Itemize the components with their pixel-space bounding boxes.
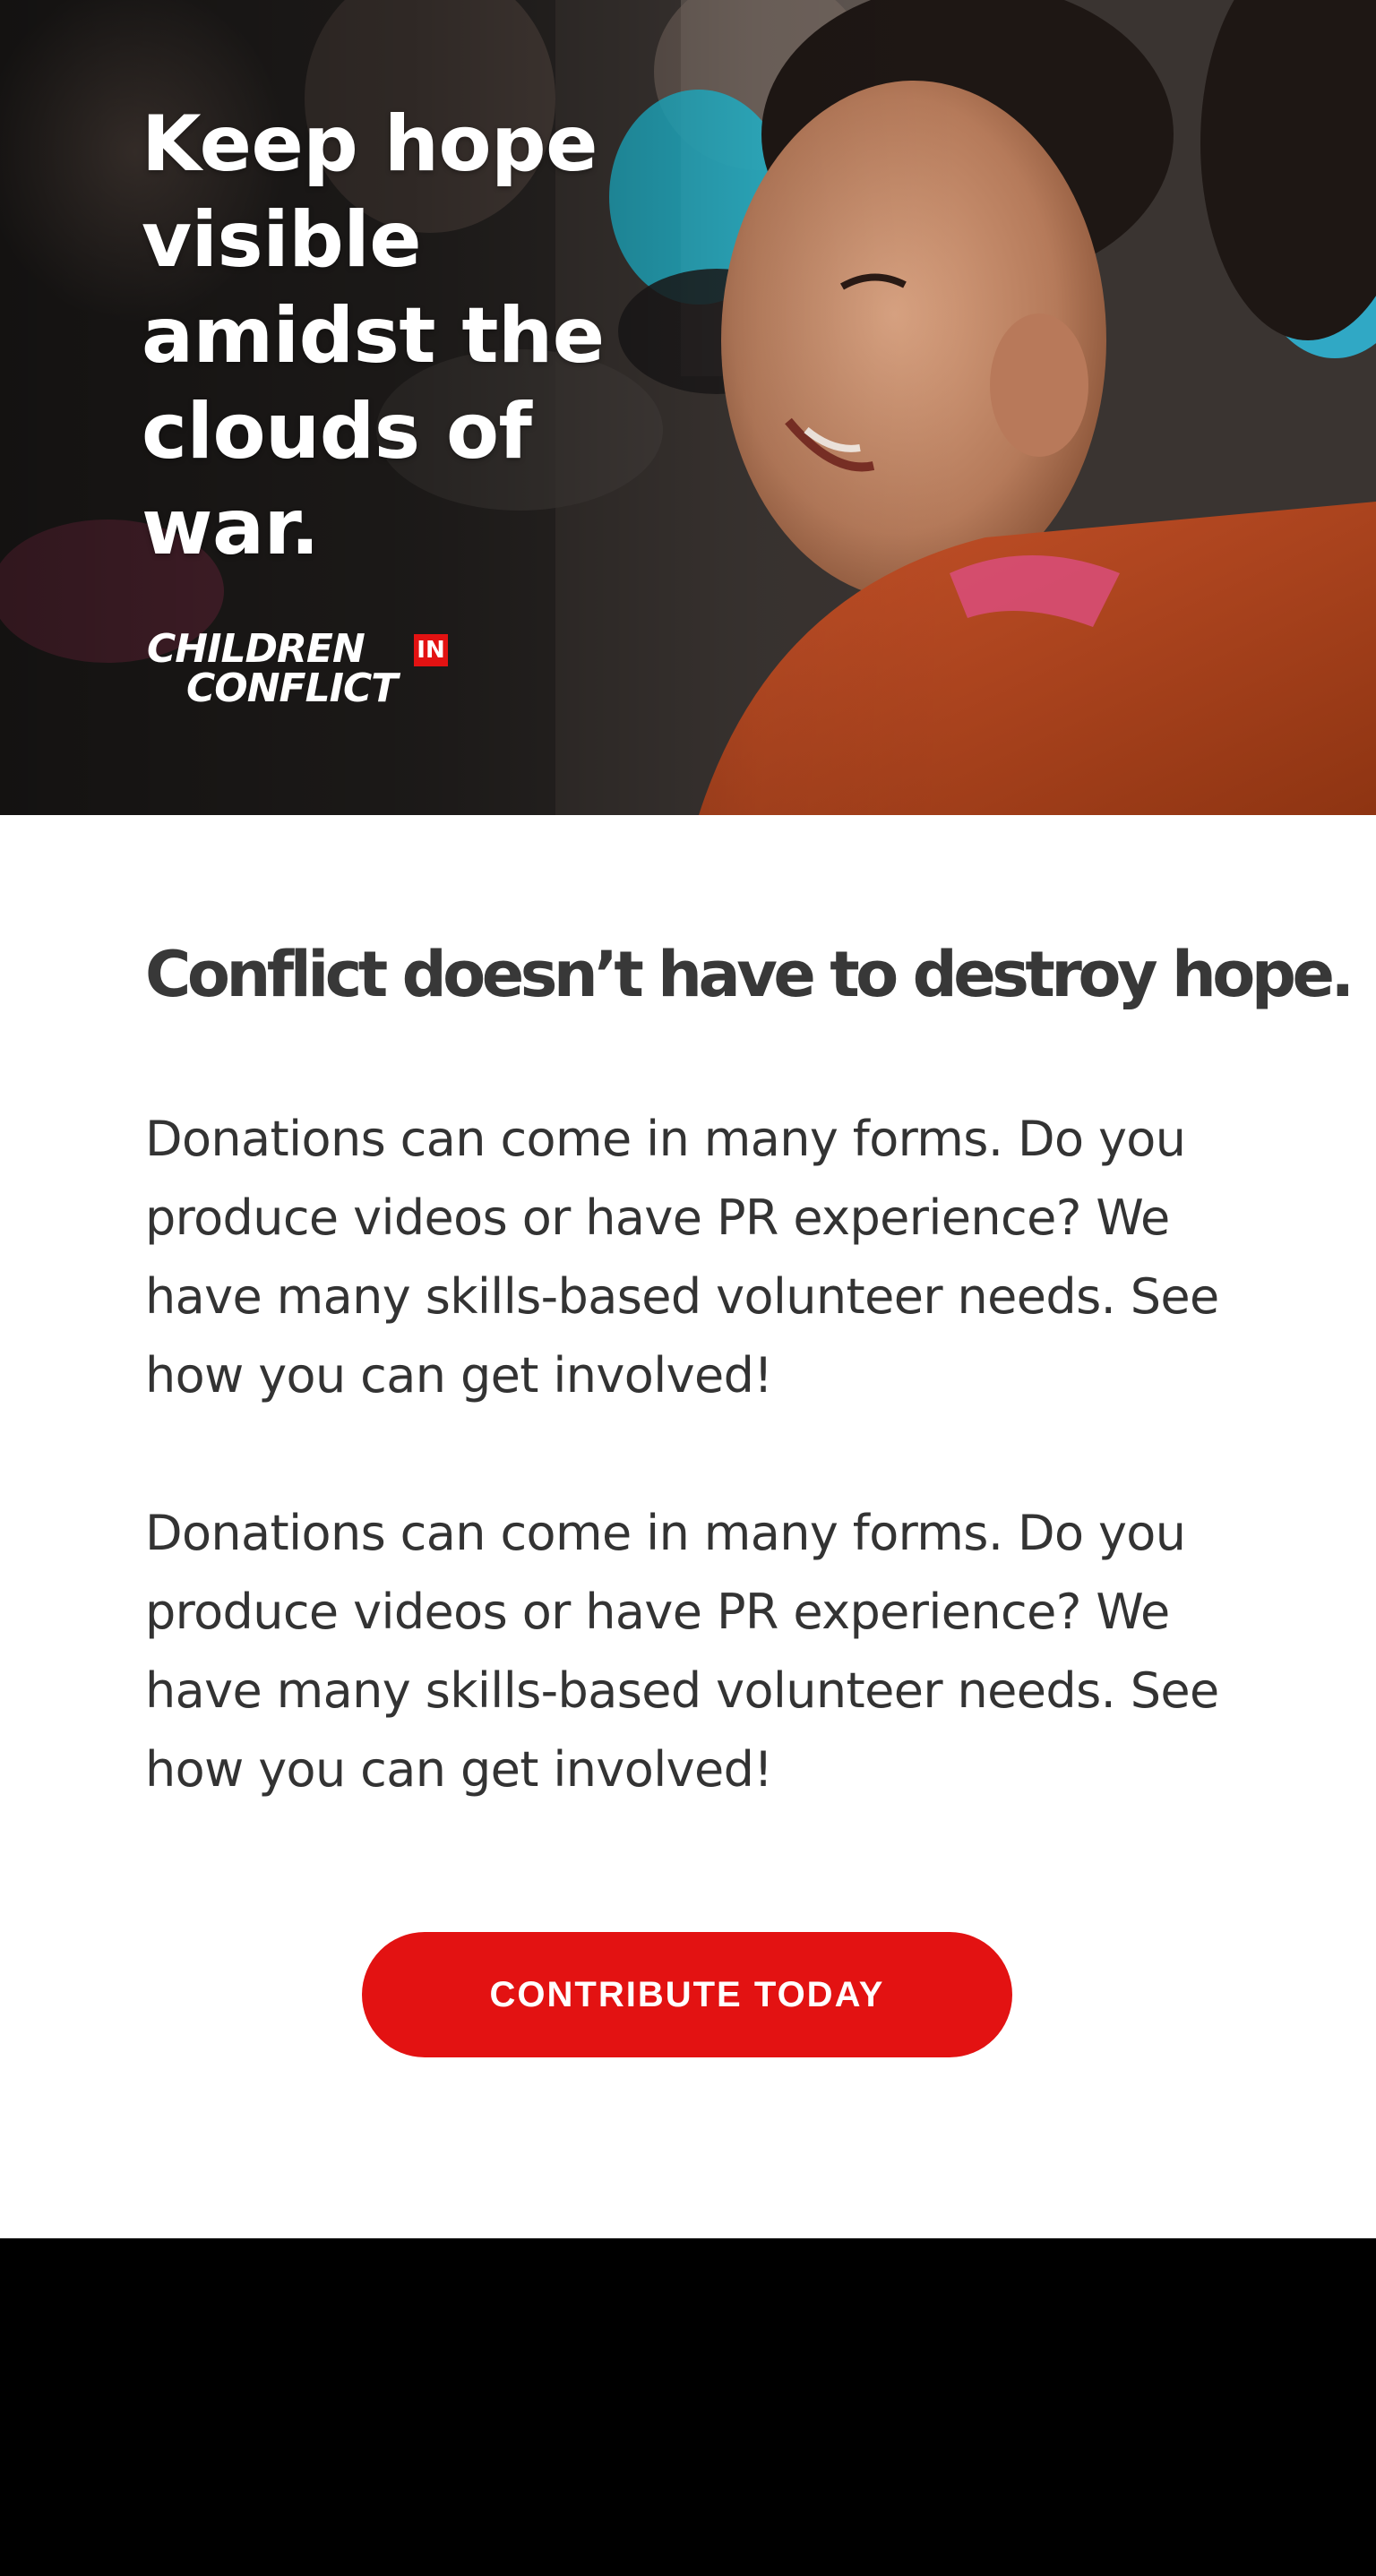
- hero-banner: Keep hope visible amidst the clouds of w…: [0, 0, 1376, 815]
- logo-badge-in: IN: [414, 634, 448, 666]
- footer: [0, 2238, 1376, 2576]
- logo-text-children: CHILDREN: [147, 626, 366, 672]
- body-paragraph-2: Donations can come in many forms. Do you…: [145, 1505, 1219, 1798]
- email-page: Keep hope visible amidst the clouds of w…: [0, 0, 1376, 2576]
- body-paragraph-1: Donations can come in many forms. Do you…: [145, 1111, 1219, 1404]
- hero-title: Keep hope visible amidst the clouds of w…: [142, 99, 605, 572]
- children-in-conflict-logo[interactable]: CHILDREN IN CONFLICT: [143, 629, 457, 711]
- section-headline: Conflict doesn’t have to destroy hope.: [145, 938, 1354, 1011]
- contribute-today-button[interactable]: CONTRIBUTE TODAY: [362, 1932, 1012, 2057]
- content-section: Conflict doesn’t have to destroy hope. D…: [0, 815, 1376, 2238]
- logo-text-conflict: CONFLICT: [186, 665, 398, 711]
